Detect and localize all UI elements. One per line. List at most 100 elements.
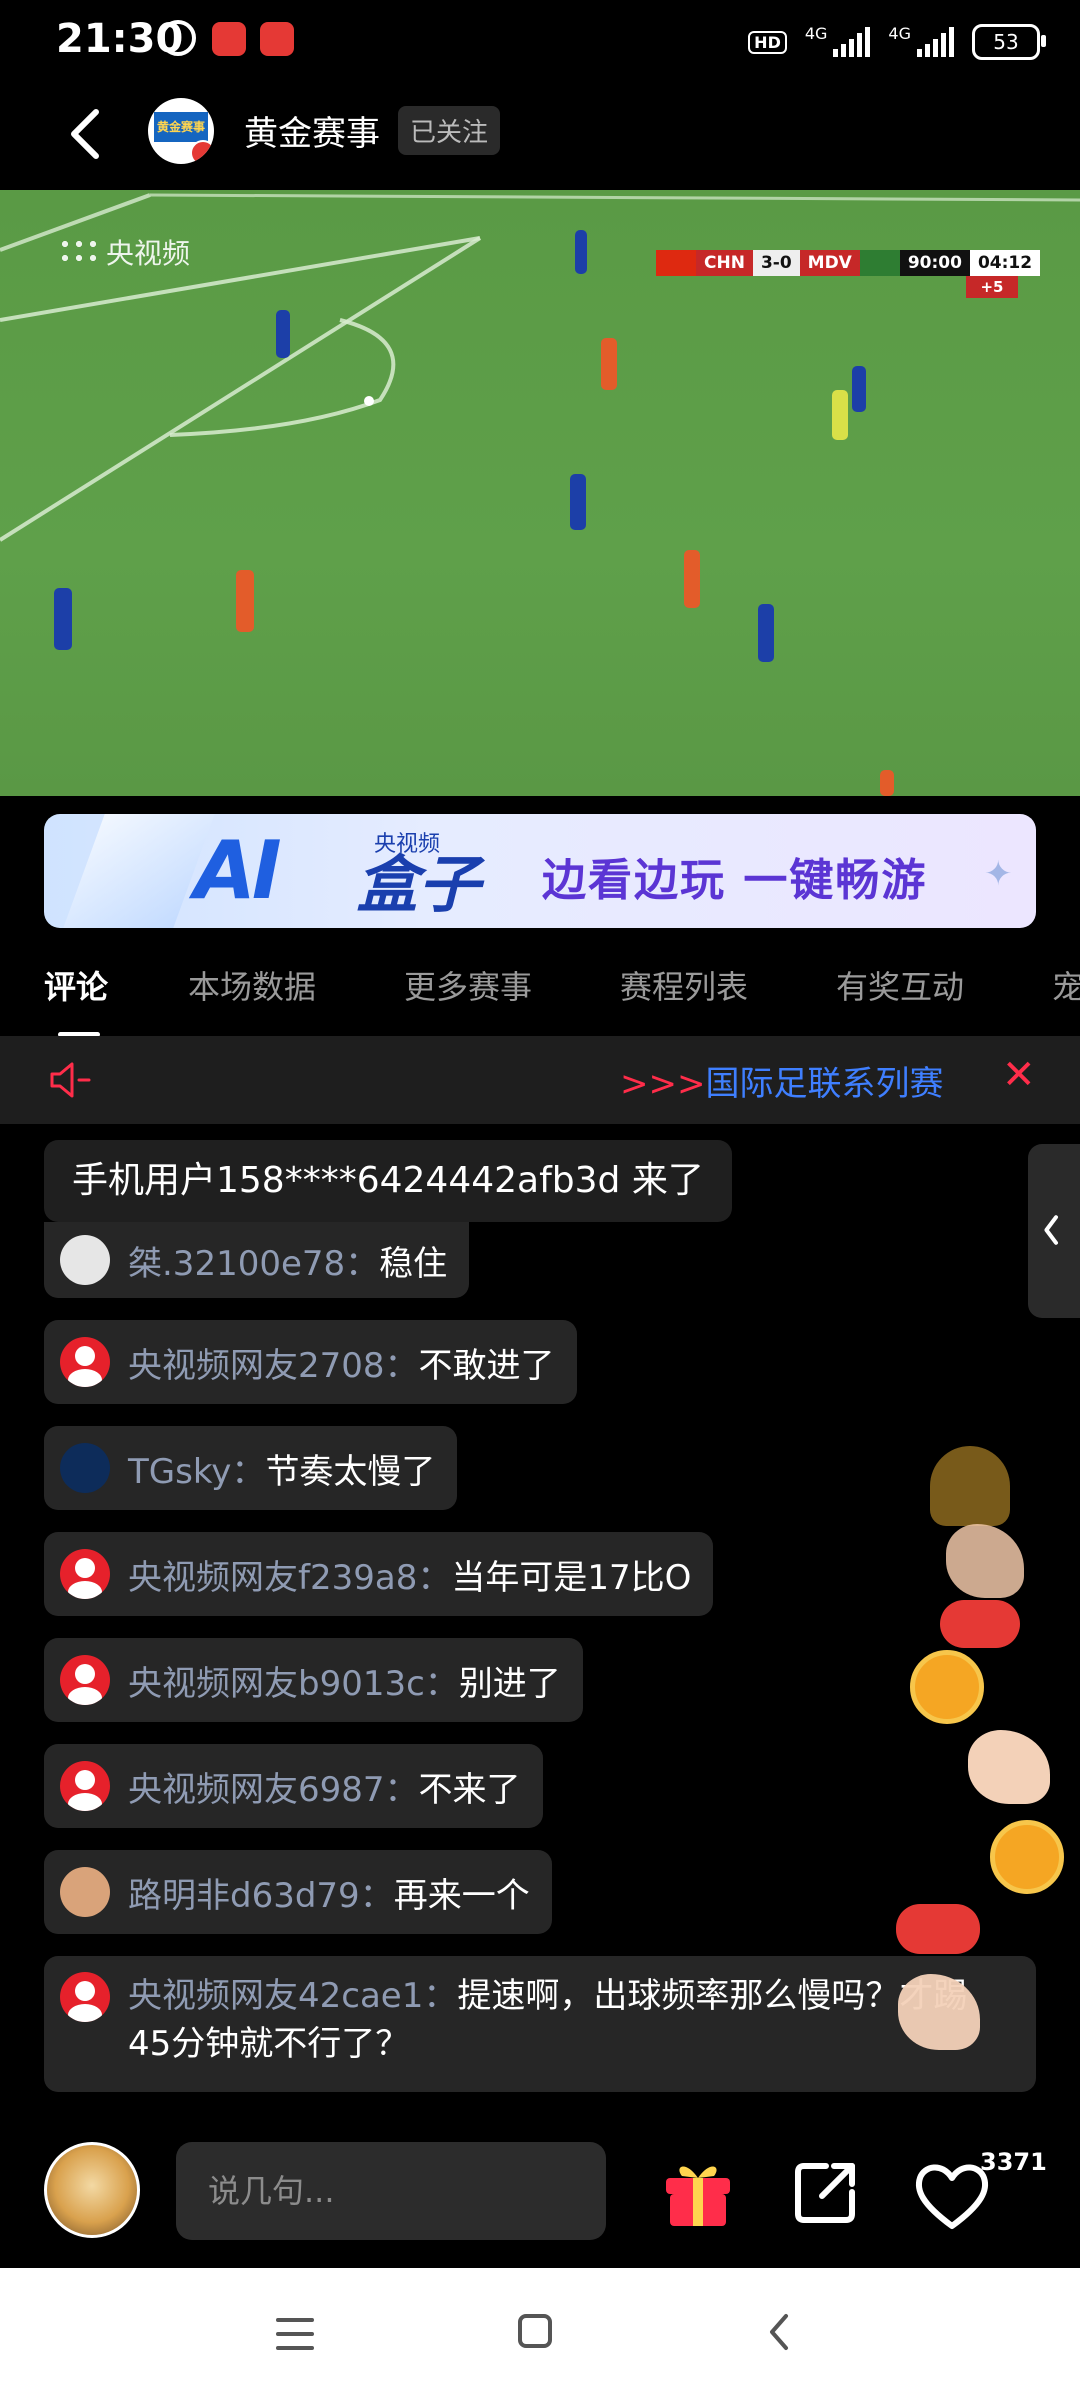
channel-avatar[interactable]: 黄金赛事: [148, 98, 214, 164]
comment-item[interactable]: 央视频网友b9013c： 别进了: [44, 1638, 583, 1722]
user-avatar[interactable]: [60, 1443, 110, 1493]
sparkle-icon: ✦: [984, 854, 1013, 894]
user-avatar[interactable]: [60, 1549, 110, 1599]
comment-text: 当年可是17比O: [451, 1557, 692, 1598]
comment-text: 不敢进了: [418, 1345, 555, 1386]
comment-item[interactable]: 央视频网友f239a8： 当年可是17比O: [44, 1532, 714, 1616]
comment-body: 央视频网友42cae1：提速啊，出球频率那么慢吗？才踢 45分钟就不行了？: [128, 1956, 967, 2068]
network-label-2: 4G: [888, 23, 911, 43]
home-team: CHN: [696, 250, 753, 276]
video-player[interactable]: 央视频 CHN 3-0 MDV 90:00 04:12 +5: [0, 190, 1080, 796]
score: 3-0: [752, 250, 800, 276]
whistle-icon: [896, 1904, 980, 1954]
added-time: +5: [966, 276, 1018, 298]
back-arrow-icon[interactable]: [58, 104, 118, 164]
share-icon[interactable]: [790, 2156, 862, 2228]
signal-icon-2: [917, 27, 954, 57]
comment-text: 再来一个: [393, 1875, 530, 1916]
comment-username: 路明非d63d79：: [128, 1875, 394, 1916]
comment-username: 央视频网友6987：: [128, 1769, 419, 1810]
tab-rewards[interactable]: 有奖互动: [836, 962, 964, 1008]
comment-item[interactable]: TGsky： 节奏太慢了: [44, 1426, 458, 1510]
away-team: MDV: [799, 250, 860, 276]
like-count: 3371: [980, 2148, 1047, 2176]
comment-text: 不来了: [418, 1769, 521, 1810]
channel-logo-text: 黄金赛事: [154, 112, 208, 142]
player-marker: [575, 230, 587, 274]
user-avatar[interactable]: [60, 1235, 110, 1285]
close-icon[interactable]: ✕: [1002, 1052, 1036, 1098]
gift-icon[interactable]: [660, 2156, 736, 2228]
comment-input[interactable]: 说几句...: [176, 2142, 606, 2240]
muscle-arm-icon: [968, 1730, 1050, 1804]
comment-text-continued: 45分钟就不行了？: [128, 2024, 410, 2064]
user-avatar[interactable]: [60, 1867, 110, 1917]
match-time: 90:00: [899, 250, 970, 276]
whistle-icon: [940, 1600, 1020, 1648]
trophy-icon: [930, 1446, 1010, 1526]
announcement-arrows: >>>: [620, 1064, 706, 1104]
comment-item[interactable]: 央视频网友42cae1：提速啊，出球频率那么慢吗？才踢 45分钟就不行了？: [44, 1956, 1036, 2092]
bottom-action-bar: 说几句... 3371: [0, 2130, 1080, 2260]
announcement-text[interactable]: >>>国际足联系列赛: [620, 1056, 950, 1105]
tab-more-events[interactable]: 更多赛事: [404, 962, 532, 1008]
cctv-logo-icon: [58, 237, 98, 267]
user-avatar[interactable]: [60, 1972, 110, 2022]
comment-text: 节奏太慢了: [265, 1451, 436, 1492]
network-label-1: 4G: [804, 23, 828, 43]
comment-text: 稳住: [379, 1243, 448, 1284]
system-back-icon[interactable]: [760, 2312, 800, 2352]
tab-pets[interactable]: 宠: [1052, 962, 1080, 1008]
status-bar: 21:30 HD 4G 4G 53: [0, 0, 1080, 84]
cctv-app-icon: [260, 22, 294, 56]
banner-decor-icon: [63, 814, 215, 928]
recent-apps-icon[interactable]: [276, 2318, 314, 2360]
video-watermark: 央视频: [58, 232, 190, 272]
tab-match-stats[interactable]: 本场数据: [188, 962, 316, 1008]
comment-username: 央视频网友42cae1：: [128, 1976, 458, 2016]
home-icon[interactable]: [518, 2314, 552, 2348]
user-avatar[interactable]: [60, 1337, 110, 1387]
follow-button[interactable]: 已关注: [398, 106, 501, 155]
comment-text: 别进了: [458, 1663, 561, 1704]
player-marker: [832, 390, 848, 440]
comment-username: TGsky：: [128, 1451, 266, 1492]
user-avatar[interactable]: [60, 1761, 110, 1811]
comment-item[interactable]: 路明非d63d79： 再来一个: [44, 1850, 552, 1934]
user-avatar[interactable]: [60, 1655, 110, 1705]
chevron-left-icon: [1044, 1215, 1058, 1245]
side-panel-toggle[interactable]: [1028, 1144, 1080, 1318]
comment-item[interactable]: 桀.32100e78： 稳住: [44, 1222, 470, 1298]
banner-box-text: 盒子: [356, 848, 481, 921]
tab-comments[interactable]: 评论: [44, 962, 108, 1008]
gold-medal-icon: [910, 1650, 984, 1724]
gold-medal-icon: [990, 1820, 1064, 1894]
china-flag-icon: [656, 250, 696, 276]
muscle-arm-icon: [946, 1524, 1024, 1598]
signal-icon-1: [833, 27, 871, 57]
banner-ai-text: AI: [194, 824, 282, 917]
comment-username: 央视频网友f239a8：: [128, 1557, 452, 1598]
alarm-icon: [160, 20, 196, 56]
comment-item[interactable]: 央视频网友2708： 不敢进了: [44, 1320, 577, 1404]
page-header: 黄金赛事 黄金赛事 已关注: [0, 84, 1080, 190]
my-avatar[interactable]: [44, 2142, 140, 2238]
watermark-label: 央视频: [106, 237, 191, 270]
player-marker: [852, 366, 866, 412]
comment-username: 桀.32100e78：: [128, 1243, 380, 1284]
player-marker: [758, 604, 774, 662]
banner-slogan: 边看边玩 一键畅游: [542, 855, 928, 906]
join-notification: 手机用户158****6424442afb3d 来了: [44, 1140, 732, 1222]
comment-text: 提速啊，出球频率那么慢吗？才踢: [457, 1976, 968, 2016]
stoppage-clock: 04:12: [969, 250, 1041, 276]
ball: [364, 396, 374, 406]
channel-name[interactable]: 黄金赛事: [244, 106, 380, 155]
comment-username: 央视频网友b9013c：: [128, 1663, 459, 1704]
ad-banner[interactable]: AI 央视频 盒子 边看边玩 一键畅游 ✦: [44, 814, 1036, 928]
player-marker: [601, 338, 617, 390]
announcement-bar[interactable]: >>>国际足联系列赛 ✕: [0, 1036, 1080, 1124]
tab-schedule[interactable]: 赛程列表: [620, 962, 748, 1008]
pitch-lines: [0, 193, 1080, 542]
announcement-label: 国际足联系列赛: [705, 1064, 944, 1104]
comment-item[interactable]: 央视频网友6987： 不来了: [44, 1744, 543, 1828]
